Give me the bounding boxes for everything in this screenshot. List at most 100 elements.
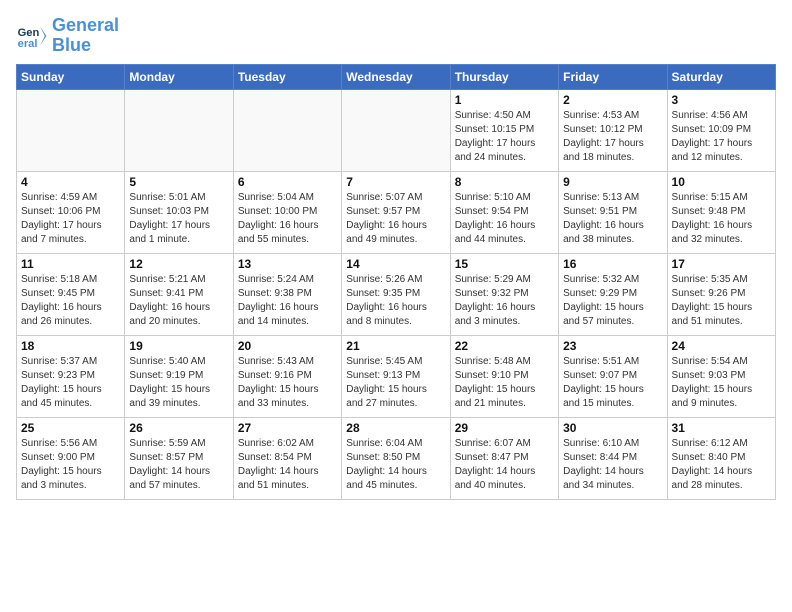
calendar-cell: 14Sunrise: 5:26 AMSunset: 9:35 PMDayligh… (342, 253, 450, 335)
week-row: 25Sunrise: 5:56 AMSunset: 9:00 PMDayligh… (17, 417, 776, 499)
day-info: Sunrise: 6:04 AMSunset: 8:50 PMDaylight:… (346, 437, 445, 493)
day-number: 16 (563, 257, 662, 271)
weekday-label: Friday (559, 64, 667, 89)
calendar-cell: 21 Sunrise: 5:45 AMSunset: 9:13 PMDayligh… (342, 335, 450, 417)
weekday-label: Monday (125, 64, 233, 89)
day-number: 27 (238, 421, 337, 435)
calendar-cell: 11 Sunrise: 5:18 AMSunset: 9:45 PMDayligh… (17, 253, 125, 335)
logo-icon: Gen eral (16, 20, 48, 52)
page-header: Gen eral General Blue (16, 16, 776, 56)
day-info: Sunrise: 5:35 AMSunset: 9:26 PMDaylight:… (672, 273, 771, 329)
day-number: 1 (455, 93, 554, 107)
day-info: Sunrise: 5:40 AMSunset: 9:19 PMDaylight:… (129, 355, 228, 411)
calendar-cell: 8 Sunrise: 5:10 AMSunset: 9:54 PMDaylight… (450, 171, 558, 253)
calendar-cell: 23Sunrise: 5:51 AMSunset: 9:07 PMDayligh… (559, 335, 667, 417)
calendar-cell (125, 89, 233, 171)
calendar-cell (342, 89, 450, 171)
day-number: 12 (129, 257, 228, 271)
day-info: Sunrise: 6:02 AMSunset: 8:54 PMDaylight:… (238, 437, 337, 493)
calendar-cell: 25Sunrise: 5:56 AMSunset: 9:00 PMDayligh… (17, 417, 125, 499)
calendar-cell: 30 Sunrise: 6:10 AMSunset: 8:44 PMDayligh… (559, 417, 667, 499)
week-row: 11 Sunrise: 5:18 AMSunset: 9:45 PMDayligh… (17, 253, 776, 335)
day-number: 14 (346, 257, 445, 271)
calendar-cell: 29 Sunrise: 6:07 AMSunset: 8:47 PMDayligh… (450, 417, 558, 499)
calendar-cell: 3 Sunrise: 4:56 AMSunset: 10:09 PMDayligh… (667, 89, 775, 171)
calendar-cell: 17Sunrise: 5:35 AMSunset: 9:26 PMDayligh… (667, 253, 775, 335)
day-info: Sunrise: 5:04 AMSunset: 10:00 PMDaylight… (238, 191, 337, 247)
day-info: Sunrise: 5:15 AMSunset: 9:48 PMDaylight:… (672, 191, 771, 247)
day-number: 5 (129, 175, 228, 189)
calendar-cell: 19 Sunrise: 5:40 AMSunset: 9:19 PMDayligh… (125, 335, 233, 417)
calendar-cell: 31 Sunrise: 6:12 AMSunset: 8:40 PMDayligh… (667, 417, 775, 499)
day-info: Sunrise: 5:32 AMSunset: 9:29 PMDaylight:… (563, 273, 662, 329)
calendar-table: SundayMondayTuesdayWednesdayThursdayFrid… (16, 64, 776, 500)
day-info: Sunrise: 5:13 AMSunset: 9:51 PMDaylight:… (563, 191, 662, 247)
day-info: Sunrise: 5:01 AMSunset: 10:03 PMDaylight… (129, 191, 228, 247)
day-number: 20 (238, 339, 337, 353)
svg-text:Gen: Gen (18, 27, 40, 39)
calendar-cell: 24Sunrise: 5:54 AMSunset: 9:03 PMDayligh… (667, 335, 775, 417)
logo-name: General Blue (52, 16, 119, 56)
day-number: 7 (346, 175, 445, 189)
day-info: Sunrise: 4:59 AMSunset: 10:06 PMDaylight… (21, 191, 120, 247)
calendar-cell: 7 Sunrise: 5:07 AMSunset: 9:57 PMDaylight… (342, 171, 450, 253)
day-info: Sunrise: 5:48 AMSunset: 9:10 PMDaylight:… (455, 355, 554, 411)
day-number: 28 (346, 421, 445, 435)
calendar-cell: 13Sunrise: 5:24 AMSunset: 9:38 PMDayligh… (233, 253, 341, 335)
calendar-cell: 27 Sunrise: 6:02 AMSunset: 8:54 PMDayligh… (233, 417, 341, 499)
day-number: 3 (672, 93, 771, 107)
calendar-cell: 6 Sunrise: 5:04 AMSunset: 10:00 PMDayligh… (233, 171, 341, 253)
day-info: Sunrise: 5:59 AMSunset: 8:57 PMDaylight:… (129, 437, 228, 493)
day-info: Sunrise: 5:37 AMSunset: 9:23 PMDaylight:… (21, 355, 120, 411)
day-number: 31 (672, 421, 771, 435)
week-row: 1 Sunrise: 4:50 AMSunset: 10:15 PMDayligh… (17, 89, 776, 171)
day-info: Sunrise: 5:54 AMSunset: 9:03 PMDaylight:… (672, 355, 771, 411)
day-number: 26 (129, 421, 228, 435)
day-number: 18 (21, 339, 120, 353)
calendar-cell: 12 Sunrise: 5:21 AMSunset: 9:41 PMDayligh… (125, 253, 233, 335)
day-info: Sunrise: 5:21 AMSunset: 9:41 PMDaylight:… (129, 273, 228, 329)
day-number: 19 (129, 339, 228, 353)
day-number: 25 (21, 421, 120, 435)
day-number: 9 (563, 175, 662, 189)
calendar-cell: 9 Sunrise: 5:13 AMSunset: 9:51 PMDaylight… (559, 171, 667, 253)
calendar-cell: 10 Sunrise: 5:15 AMSunset: 9:48 PMDayligh… (667, 171, 775, 253)
day-number: 11 (21, 257, 120, 271)
day-info: Sunrise: 5:07 AMSunset: 9:57 PMDaylight:… (346, 191, 445, 247)
day-number: 21 (346, 339, 445, 353)
day-number: 29 (455, 421, 554, 435)
calendar-cell: 20Sunrise: 5:43 AMSunset: 9:16 PMDayligh… (233, 335, 341, 417)
day-number: 6 (238, 175, 337, 189)
day-number: 4 (21, 175, 120, 189)
day-number: 2 (563, 93, 662, 107)
calendar-cell: 18 Sunrise: 5:37 AMSunset: 9:23 PMDayligh… (17, 335, 125, 417)
calendar-cell: 28 Sunrise: 6:04 AMSunset: 8:50 PMDayligh… (342, 417, 450, 499)
weekday-header-row: SundayMondayTuesdayWednesdayThursdayFrid… (17, 64, 776, 89)
weekday-label: Thursday (450, 64, 558, 89)
day-info: Sunrise: 6:07 AMSunset: 8:47 PMDaylight:… (455, 437, 554, 493)
svg-text:eral: eral (18, 38, 38, 50)
day-info: Sunrise: 5:51 AMSunset: 9:07 PMDaylight:… (563, 355, 662, 411)
day-number: 8 (455, 175, 554, 189)
calendar-cell (233, 89, 341, 171)
day-info: Sunrise: 5:45 AMSunset: 9:13 PMDaylight:… (346, 355, 445, 411)
day-number: 30 (563, 421, 662, 435)
day-info: Sunrise: 4:53 AMSunset: 10:12 PMDaylight… (563, 109, 662, 165)
weekday-label: Wednesday (342, 64, 450, 89)
calendar-cell: 1 Sunrise: 4:50 AMSunset: 10:15 PMDayligh… (450, 89, 558, 171)
day-info: Sunrise: 6:10 AMSunset: 8:44 PMDaylight:… (563, 437, 662, 493)
day-info: Sunrise: 4:50 AMSunset: 10:15 PMDaylight… (455, 109, 554, 165)
weekday-label: Sunday (17, 64, 125, 89)
day-info: Sunrise: 6:12 AMSunset: 8:40 PMDaylight:… (672, 437, 771, 493)
calendar-cell (17, 89, 125, 171)
calendar-cell: 26 Sunrise: 5:59 AMSunset: 8:57 PMDayligh… (125, 417, 233, 499)
day-number: 10 (672, 175, 771, 189)
day-number: 15 (455, 257, 554, 271)
week-row: 4 Sunrise: 4:59 AMSunset: 10:06 PMDayligh… (17, 171, 776, 253)
day-number: 22 (455, 339, 554, 353)
day-info: Sunrise: 5:10 AMSunset: 9:54 PMDaylight:… (455, 191, 554, 247)
calendar-cell: 4 Sunrise: 4:59 AMSunset: 10:06 PMDayligh… (17, 171, 125, 253)
day-info: Sunrise: 4:56 AMSunset: 10:09 PMDaylight… (672, 109, 771, 165)
weekday-label: Saturday (667, 64, 775, 89)
day-info: Sunrise: 5:18 AMSunset: 9:45 PMDaylight:… (21, 273, 120, 329)
